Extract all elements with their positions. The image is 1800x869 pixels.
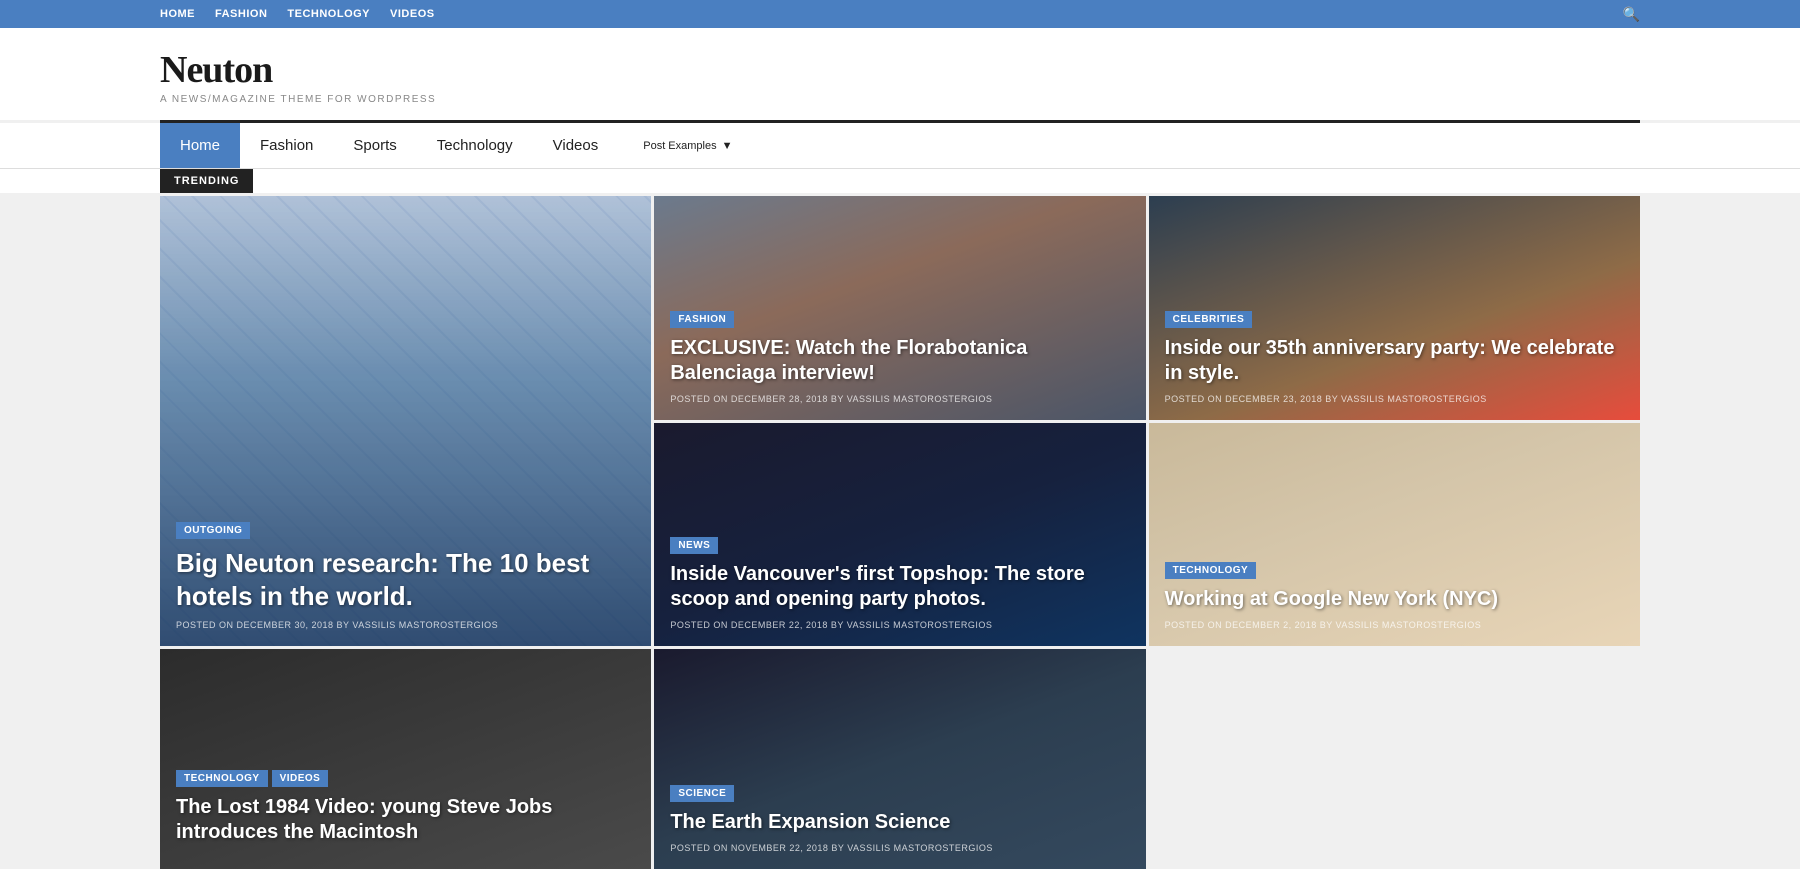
trending-bar: TRENDING xyxy=(0,169,1800,193)
site-subtitle: A NEWS/MAGAZINE THEME FOR WORDPRESS xyxy=(160,94,1640,105)
topbar-videos[interactable]: VIDEOS xyxy=(390,8,435,20)
search-icon[interactable]: 🔍 xyxy=(1623,6,1640,23)
badge-celebrities: CELEBRITIES xyxy=(1165,311,1253,328)
nav-technology[interactable]: Technology xyxy=(417,123,533,168)
card-science[interactable]: SCIENCE The Earth Expansion Science POST… xyxy=(654,649,1145,869)
card-fashion-meta: POSTED ON DECEMBER 28, 2018 BY VASSILIS … xyxy=(670,394,1129,404)
badge-science: SCIENCE xyxy=(670,785,734,802)
badge-outgoing: OUTGOING xyxy=(176,522,250,539)
card-science-title: The Earth Expansion Science xyxy=(670,810,1129,835)
topbar-technology[interactable]: TECHNOLOGY xyxy=(287,8,370,20)
card-jobs[interactable]: TECHNOLOGY VIDEOS The Lost 1984 Video: y… xyxy=(160,649,651,869)
card-jobs-title: The Lost 1984 Video: young Steve Jobs in… xyxy=(176,795,635,845)
card-hotel-meta: POSTED ON DECEMBER 30, 2018 BY VASSILIS … xyxy=(176,620,635,630)
site-header: Neuton A NEWS/MAGAZINE THEME FOR WORDPRE… xyxy=(0,28,1800,120)
badge-news: NEWS xyxy=(670,537,718,554)
top-bar: HOME FASHION TECHNOLOGY VIDEOS 🔍 xyxy=(0,0,1800,28)
card-fashion[interactable]: FASHION EXCLUSIVE: Watch the Florabotani… xyxy=(654,196,1145,420)
card-google[interactable]: TECHNOLOGY Working at Google New York (N… xyxy=(1149,423,1640,647)
card-celebrities[interactable]: CELEBRITIES Inside our 35th anniversary … xyxy=(1149,196,1640,420)
nav-post-examples[interactable]: Post Examples ▼ xyxy=(618,126,752,166)
card-science-meta: POSTED ON NOVEMBER 22, 2018 BY VASSILIS … xyxy=(670,843,1129,853)
topbar-home[interactable]: HOME xyxy=(160,8,195,20)
nav-videos[interactable]: Videos xyxy=(533,123,619,168)
topbar-fashion[interactable]: FASHION xyxy=(215,8,267,20)
badge-fashion: FASHION xyxy=(670,311,734,328)
trending-label: TRENDING xyxy=(160,169,253,193)
card-google-title: Working at Google New York (NYC) xyxy=(1165,587,1624,612)
card-topshop-title: Inside Vancouver's first Topshop: The st… xyxy=(670,562,1129,612)
badge-technology-jobs: TECHNOLOGY xyxy=(176,770,268,787)
nav-home[interactable]: Home xyxy=(160,123,240,168)
content-area: OUTGOING Big Neuton research: The 10 bes… xyxy=(0,196,1800,869)
card-hotel[interactable]: OUTGOING Big Neuton research: The 10 bes… xyxy=(160,196,651,646)
card-celebrities-meta: POSTED ON DECEMBER 23, 2018 BY VASSILIS … xyxy=(1165,394,1624,404)
nav-fashion[interactable]: Fashion xyxy=(240,123,333,168)
nav-sports[interactable]: Sports xyxy=(333,123,416,168)
card-google-meta: POSTED ON DECEMBER 2, 2018 BY VASSILIS M… xyxy=(1165,620,1624,630)
main-nav: Home Fashion Sports Technology Videos Po… xyxy=(0,123,1800,169)
card-hotel-title: Big Neuton research: The 10 best hotels … xyxy=(176,547,635,612)
card-topshop[interactable]: NEWS Inside Vancouver's first Topshop: T… xyxy=(654,423,1145,647)
card-topshop-meta: POSTED ON DECEMBER 22, 2018 BY VASSILIS … xyxy=(670,620,1129,630)
badge-technology: TECHNOLOGY xyxy=(1165,562,1257,579)
card-fashion-title: EXCLUSIVE: Watch the Florabotanica Balen… xyxy=(670,336,1129,386)
card-celebrities-title: Inside our 35th anniversary party: We ce… xyxy=(1165,336,1624,386)
top-bar-nav: HOME FASHION TECHNOLOGY VIDEOS xyxy=(160,8,435,20)
site-title: Neuton xyxy=(160,48,1640,92)
badge-videos-jobs: VIDEOS xyxy=(272,770,329,787)
